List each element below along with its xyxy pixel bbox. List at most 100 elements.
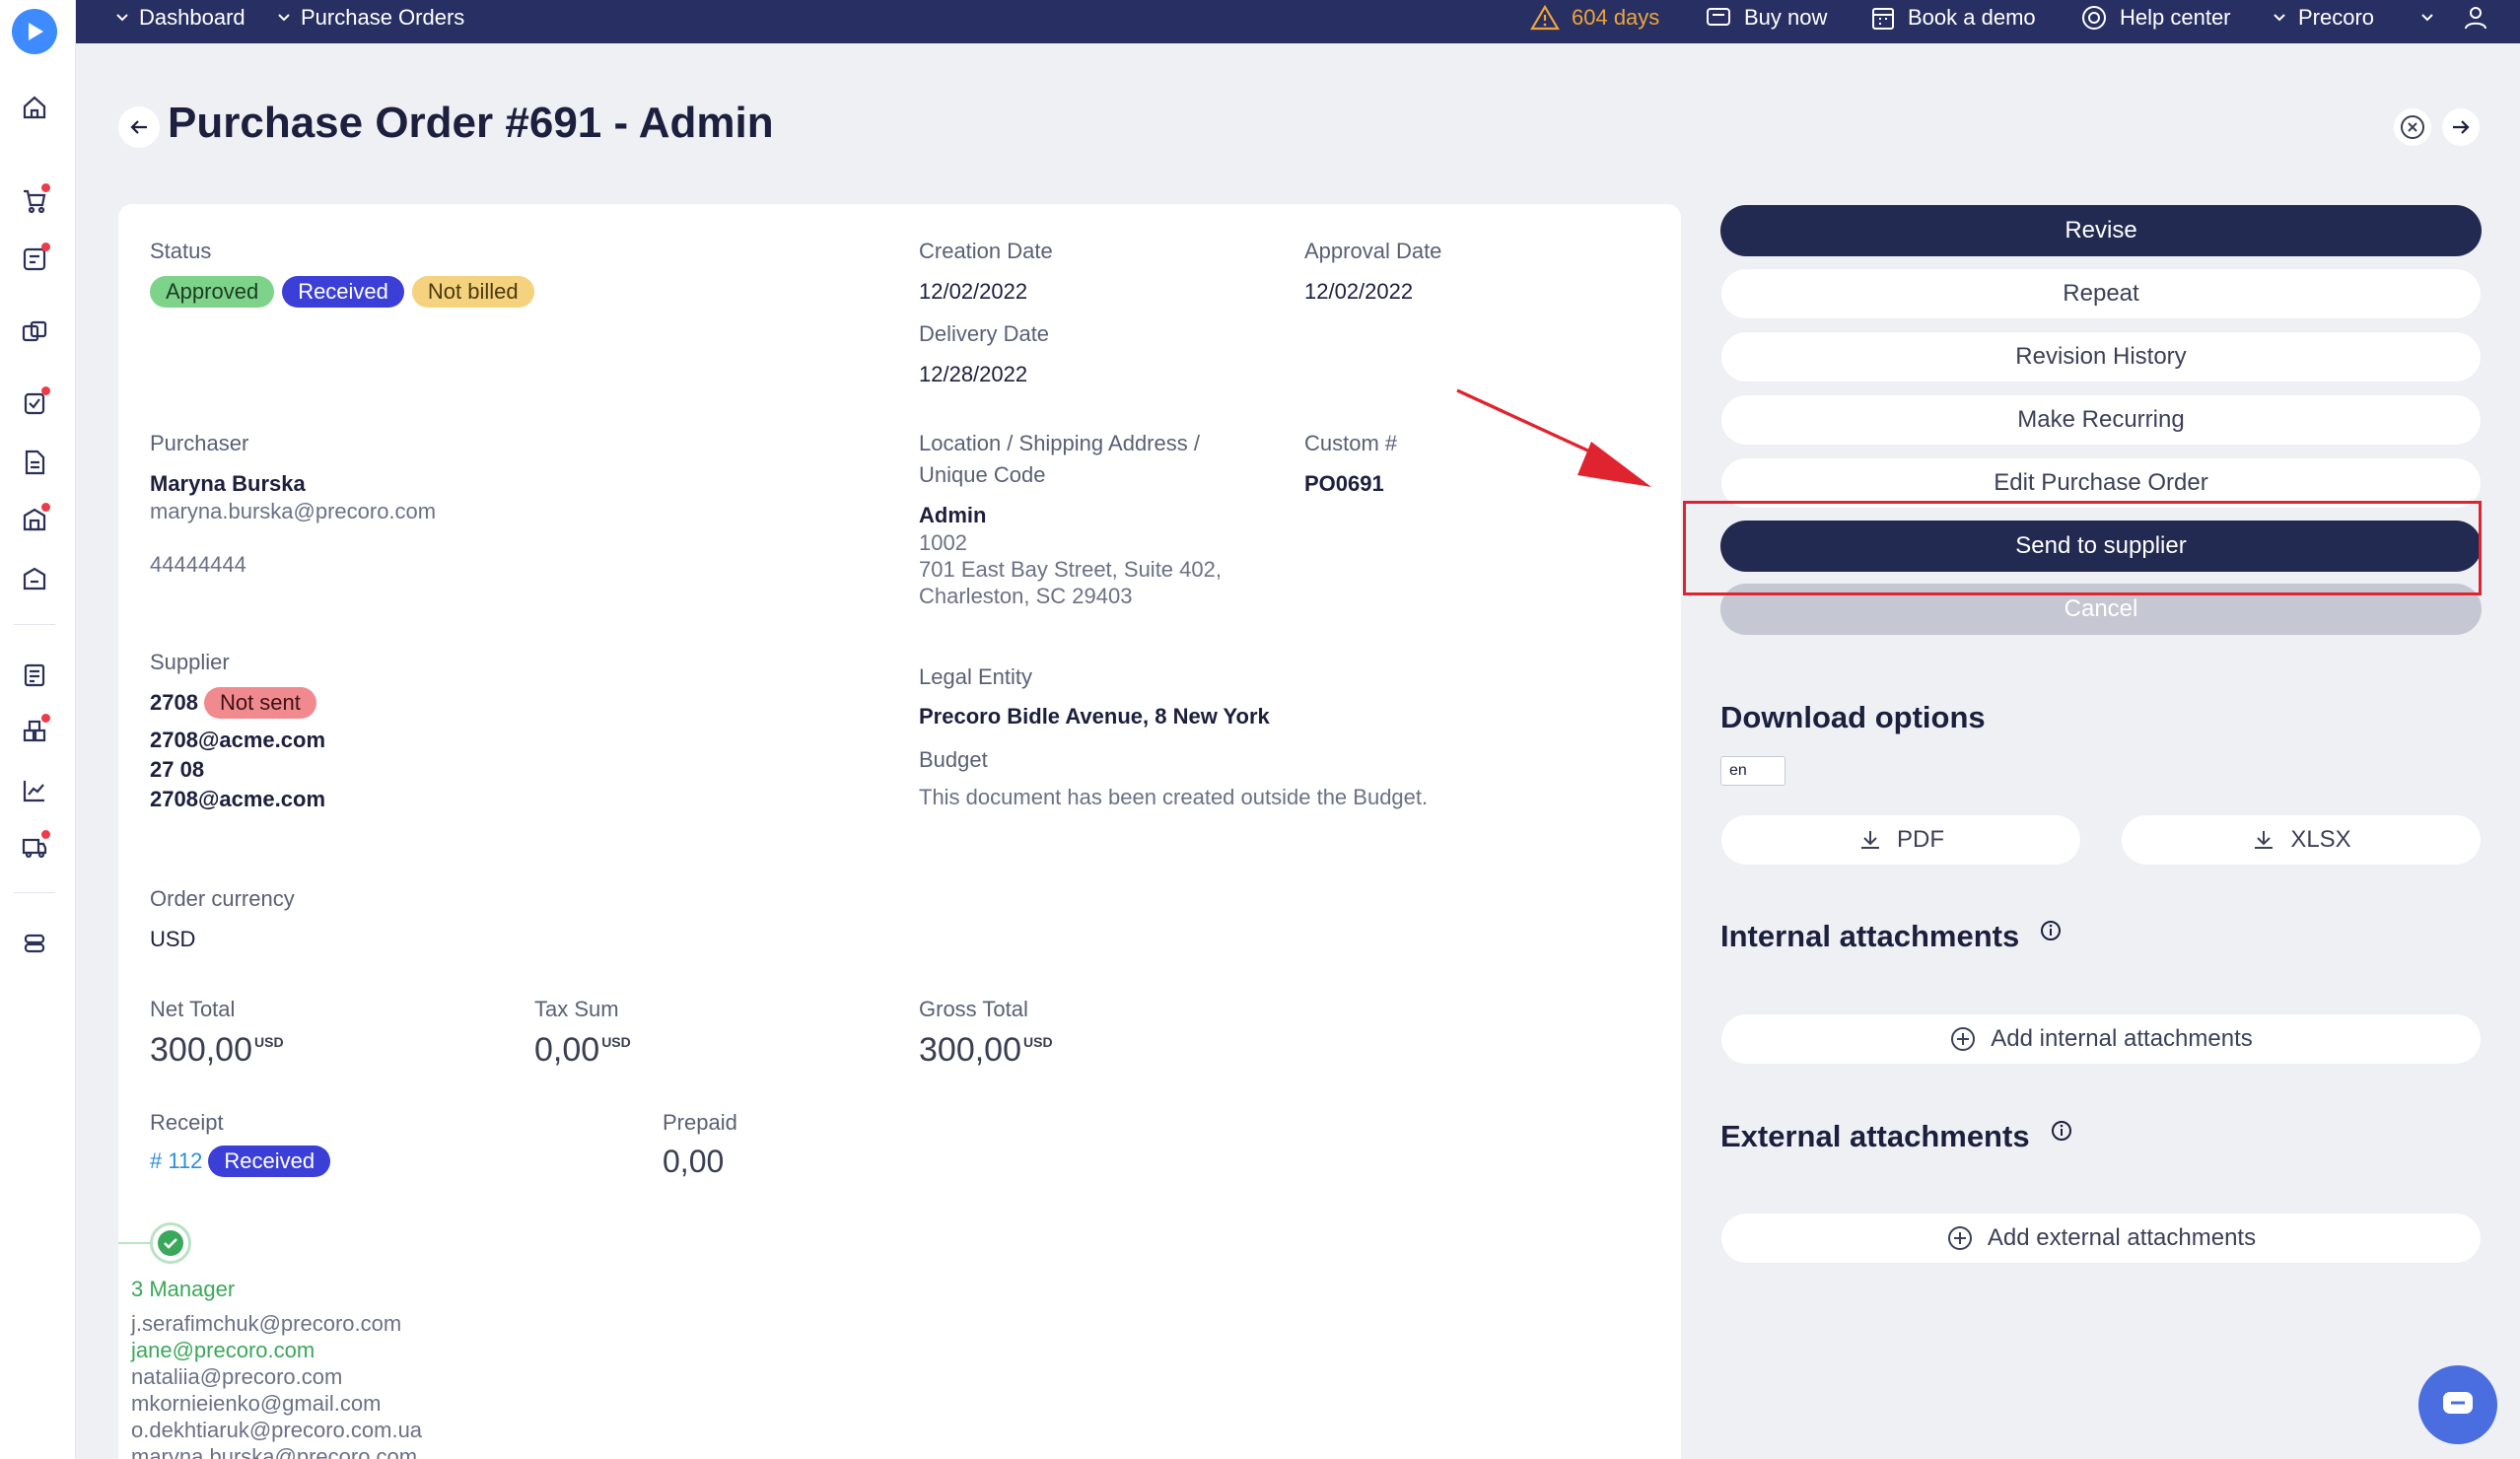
download-icon (1861, 831, 1879, 849)
approver-email: nataliia@precoro.com (131, 1364, 343, 1389)
add-internal-attachments-button[interactable]: Add internal attachments (1720, 1013, 2482, 1065)
download-options-title-text: Download options (1720, 700, 1986, 734)
close-document-button[interactable] (2394, 108, 2431, 146)
warehouse-icon[interactable] (18, 503, 51, 536)
make-recurring-button[interactable]: Make Recurring (1720, 394, 2482, 446)
purchaser-phone: 44444444 (150, 552, 246, 577)
info-icon[interactable] (2039, 919, 2063, 942)
trial-days-link[interactable]: 604 days (1530, 0, 1659, 35)
creation-date-value: 12/02/2022 (919, 279, 1028, 304)
supplier-row: 2708 Not sent (150, 687, 316, 719)
location-label-line2: Unique Code (919, 462, 1046, 487)
language-select[interactable]: en (1720, 756, 1785, 786)
internal-attachments-title-text: Internal attachments (1720, 919, 2020, 953)
notification-dot (41, 503, 50, 512)
book-demo-link[interactable]: Book a demo (1870, 0, 2036, 35)
prepaid-value: 0,00 (663, 1144, 725, 1179)
analytics-icon[interactable] (18, 774, 51, 807)
download-pdf-label: PDF (1897, 826, 1944, 853)
top-bar: Dashboard Purchase Orders 604 days Buy n… (76, 0, 2520, 43)
creation-date-label: Creation Date (919, 239, 1053, 263)
legal-entity-value: Precoro Bidle Avenue, 8 New York (919, 704, 1270, 729)
suppliers-icon[interactable] (18, 830, 51, 864)
currency-superscript: USD (601, 1034, 631, 1050)
chat-support-button[interactable] (2418, 1365, 2497, 1444)
tax-sum-value: 0,00 USD (534, 1031, 631, 1070)
annotation-arrow-icon (1456, 388, 1651, 487)
page-title: Purchase Order #691 - Admin (168, 99, 774, 147)
help-center-label: Help center (2120, 5, 2231, 30)
budget-label: Budget (919, 747, 988, 772)
add-external-attachments-label: Add external attachments (1987, 1224, 2257, 1251)
precoro-logo[interactable] (12, 9, 57, 54)
tax-sum-label: Tax Sum (534, 997, 619, 1021)
order-currency-value: USD (150, 927, 196, 951)
company-switcher[interactable]: Precoro (2273, 0, 2374, 35)
receipt-label: Receipt (150, 1110, 224, 1135)
internal-attachments-title: Internal attachments (1720, 919, 2063, 954)
budget-text: This document has been created outside t… (919, 785, 1429, 809)
notification-dot (41, 830, 50, 839)
invoices-icon[interactable] (18, 659, 51, 692)
gross-total-label: Gross Total (919, 997, 1028, 1021)
settings-icon[interactable] (18, 927, 51, 960)
back-button[interactable] (118, 106, 160, 148)
cart-icon[interactable] (18, 183, 51, 217)
external-attachments-title: External attachments (1720, 1119, 2073, 1154)
legal-entity-label: Legal Entity (919, 664, 1032, 689)
help-center-link[interactable]: Help center (2080, 0, 2231, 35)
inventory-icon[interactable] (18, 562, 51, 595)
external-attachments-title-text: External attachments (1720, 1119, 2030, 1153)
close-circle-icon (2401, 115, 2424, 139)
status-badge-received: Received (282, 276, 404, 308)
download-pdf-button[interactable]: PDF (1720, 814, 2081, 866)
delivery-date-value: 12/28/2022 (919, 362, 1028, 386)
download-icon (2255, 831, 2274, 849)
delivery-date-label: Delivery Date (919, 321, 1050, 346)
approvals-icon[interactable] (18, 315, 51, 349)
user-menu[interactable] (2420, 0, 2489, 35)
prepaid-label: Prepaid (663, 1110, 737, 1135)
documents-icon[interactable] (18, 446, 51, 479)
breadcrumb-dashboard[interactable]: Dashboard (115, 0, 245, 35)
info-icon[interactable] (2050, 1119, 2073, 1143)
breadcrumb-label: Dashboard (139, 5, 245, 30)
orders-check-icon[interactable] (18, 386, 51, 420)
requests-icon[interactable] (18, 243, 51, 276)
approver-email: maryna.burska@precoro.com (131, 1444, 418, 1459)
breadcrumb-purchase-orders[interactable]: Purchase Orders (277, 0, 464, 35)
custom-number-label: Custom # (1304, 431, 1398, 455)
supplier-email-secondary: 2708@acme.com (150, 787, 326, 811)
supplier-label: Supplier (150, 650, 230, 674)
arrow-right-icon (2453, 120, 2470, 134)
next-document-button[interactable] (2442, 108, 2480, 146)
download-xlsx-button[interactable]: XLSX (2121, 814, 2482, 866)
download-options-title: Download options (1720, 700, 1986, 735)
approval-date-value: 12/02/2022 (1304, 279, 1414, 304)
status-badge-approved: Approved (150, 276, 275, 308)
buy-now-link[interactable]: Buy now (1705, 0, 1827, 35)
order-currency-label: Order currency (150, 886, 295, 911)
receipt-link[interactable]: # 112 (150, 1148, 202, 1174)
home-icon[interactable] (18, 91, 51, 124)
tax-sum-amount: 0,00 (534, 1031, 600, 1069)
revise-button[interactable]: Revise (1720, 205, 2482, 256)
currency-superscript: USD (254, 1034, 284, 1050)
approval-step-name: 3 Manager (131, 1277, 236, 1301)
sidebar-divider (14, 892, 55, 893)
supplier-contact: 27 08 (150, 757, 205, 782)
sidebar-divider (14, 624, 55, 625)
location-name: Admin (919, 503, 987, 527)
supplier-email: 2708@acme.com (150, 728, 326, 752)
trial-days-label: 604 days (1572, 5, 1660, 30)
currency-superscript: USD (1023, 1034, 1053, 1050)
add-external-attachments-button[interactable]: Add external attachments (1720, 1213, 2482, 1264)
supplier-name: 2708 (150, 690, 198, 715)
company-label: Precoro (2298, 5, 2375, 30)
add-internal-attachments-label: Add internal attachments (1991, 1025, 2253, 1052)
revision-history-button[interactable]: Revision History (1720, 331, 2482, 382)
repeat-button[interactable]: Repeat (1720, 268, 2482, 319)
net-total-value: 300,00 USD (150, 1031, 284, 1070)
book-demo-label: Book a demo (1908, 5, 2036, 30)
budgets-icon[interactable] (18, 714, 51, 747)
